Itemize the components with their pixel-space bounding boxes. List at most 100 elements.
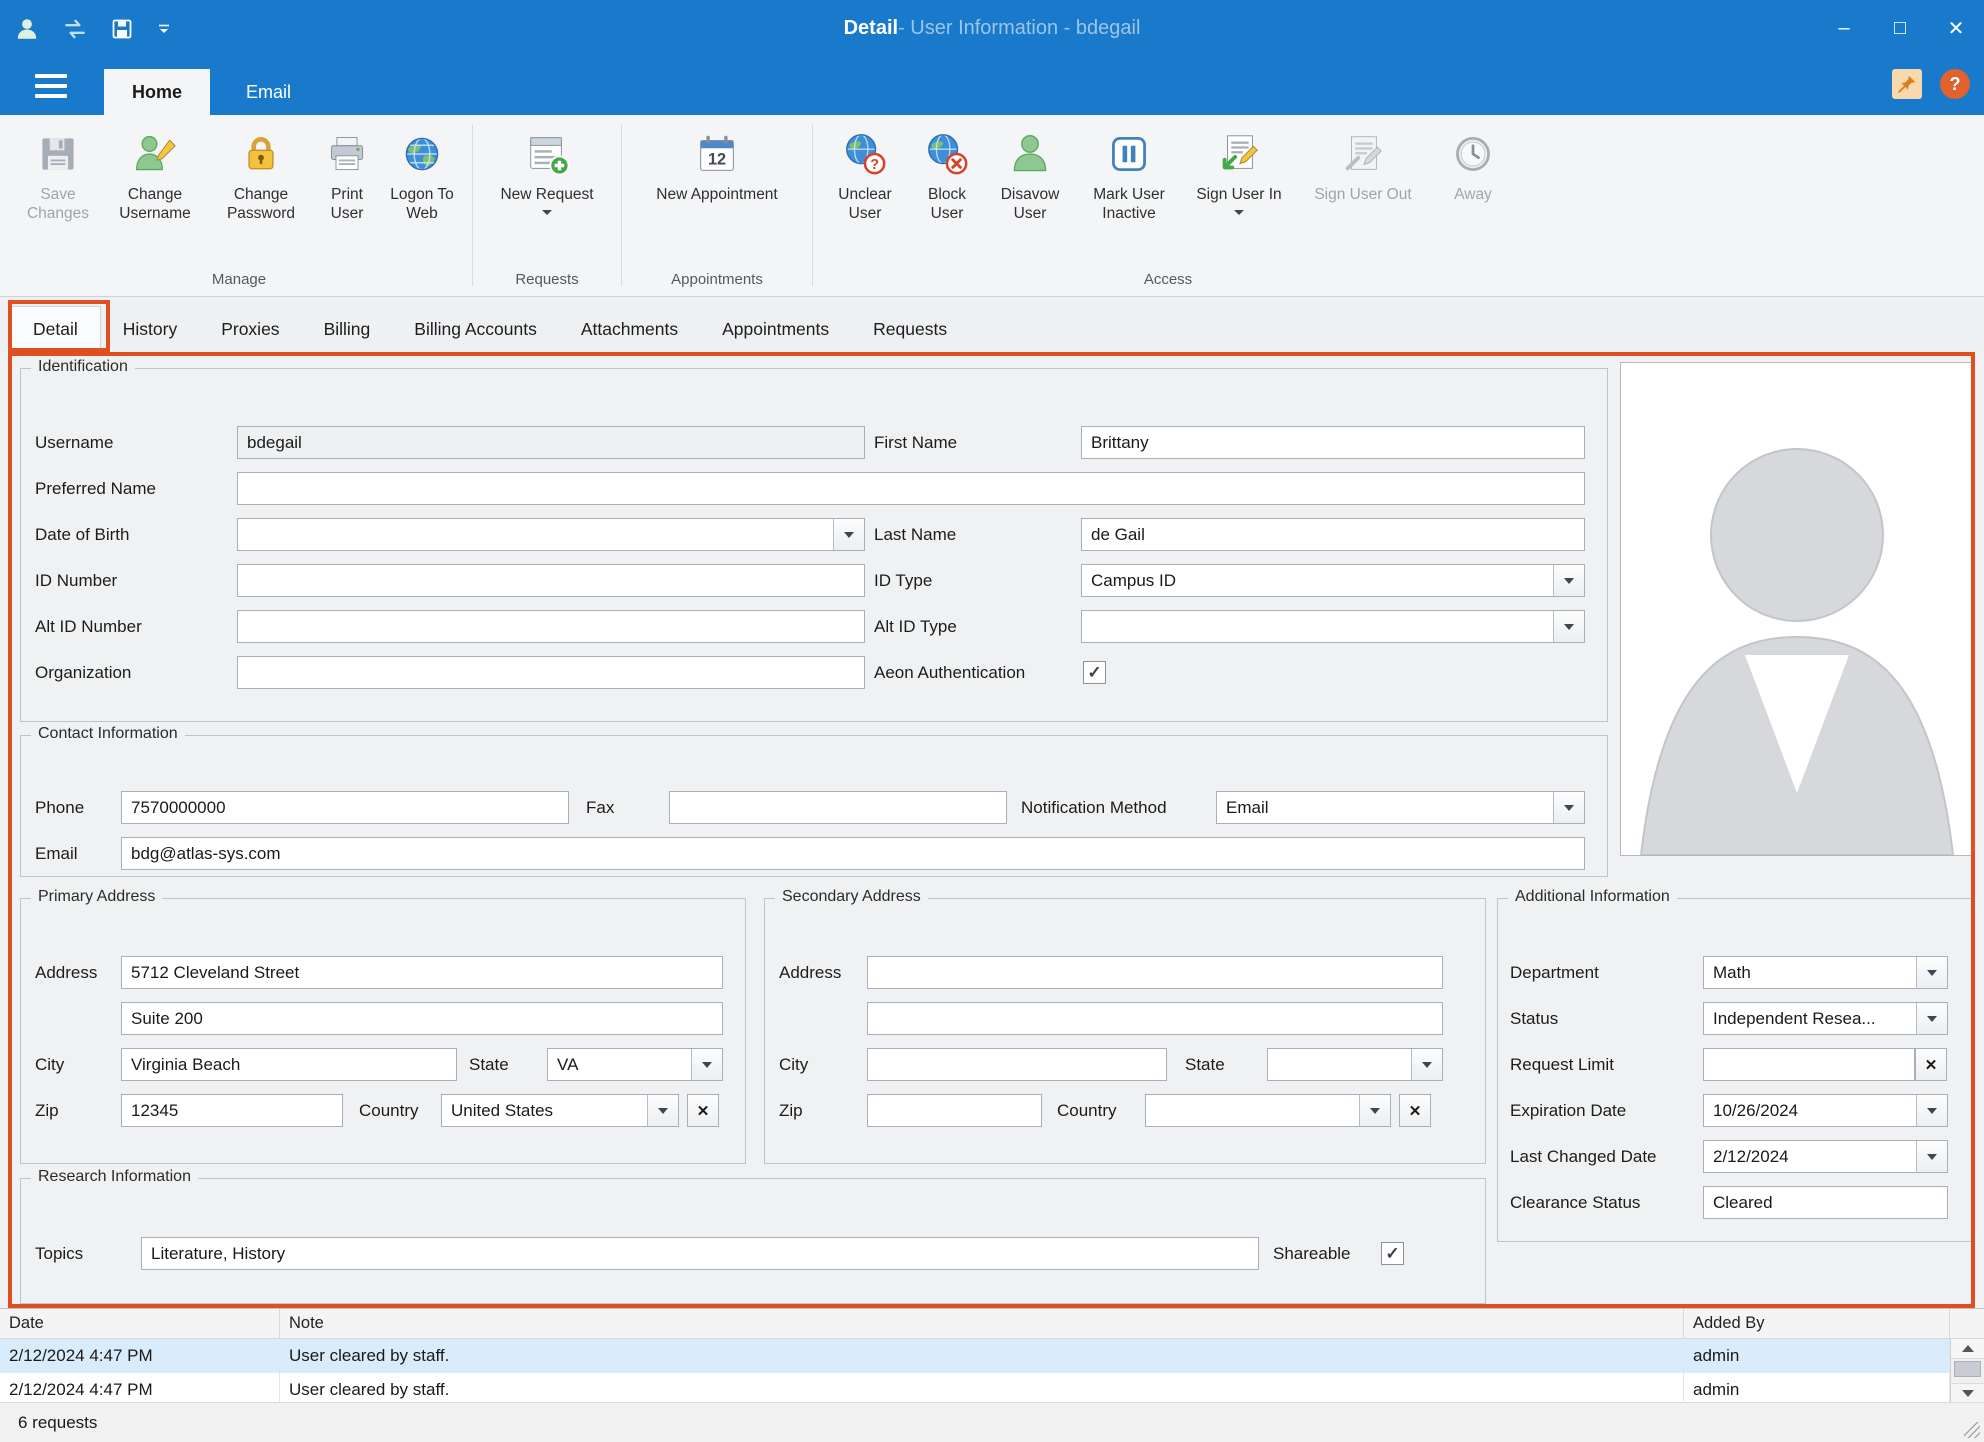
first-name-field[interactable]: Brittany	[1081, 426, 1585, 459]
notification-method-dropdown-button[interactable]	[1553, 792, 1584, 823]
primary-state-field[interactable]: VA	[547, 1048, 723, 1081]
primary-address1-field[interactable]: 5712 Cleveland Street	[121, 956, 723, 989]
disavow-user-button[interactable]: Disavow User	[987, 119, 1073, 225]
status-field[interactable]: Independent Resea...	[1703, 1002, 1948, 1035]
record-tab-history[interactable]: History	[101, 306, 199, 352]
id-type-dropdown-button[interactable]	[1553, 565, 1584, 596]
secondary-country-label: Country	[1057, 1094, 1117, 1127]
sign-user-out-button[interactable]: Sign User Out	[1297, 119, 1429, 207]
last-changed-date-dropdown-button[interactable]	[1916, 1141, 1947, 1172]
mark-user-inactive-button[interactable]: Mark User Inactive	[1077, 119, 1181, 225]
help-icon[interactable]: ?	[1940, 69, 1970, 99]
grid-scrollbar[interactable]	[1950, 1339, 1984, 1402]
status-dropdown-button[interactable]	[1916, 1003, 1947, 1034]
last-changed-date-field[interactable]: 2/12/2024	[1703, 1140, 1948, 1173]
email-field[interactable]: bdg@atlas-sys.com	[121, 837, 1585, 870]
aeon-authentication-checkbox[interactable]: ✓	[1083, 661, 1106, 684]
quick-save-icon[interactable]	[110, 17, 134, 41]
record-tab-attachments[interactable]: Attachments	[559, 306, 700, 352]
record-tab-appointments[interactable]: Appointments	[700, 306, 851, 352]
record-tab-billing-accounts[interactable]: Billing Accounts	[392, 306, 559, 352]
secondary-city-field[interactable]	[867, 1048, 1167, 1081]
secondary-address1-field[interactable]	[867, 956, 1443, 989]
clearance-status-field[interactable]: Cleared	[1703, 1186, 1948, 1219]
svg-text:12: 12	[708, 151, 726, 169]
primary-country-field[interactable]: United States	[441, 1094, 679, 1127]
department-field[interactable]: Math	[1703, 956, 1948, 989]
request-limit-clear-button[interactable]: ✕	[1915, 1048, 1947, 1081]
switch-user-icon[interactable]	[62, 16, 88, 42]
ribbon-tab-home[interactable]: Home	[104, 69, 210, 115]
scroll-up-button[interactable]	[1951, 1339, 1984, 1359]
change-username-button[interactable]: Change Username	[104, 119, 206, 225]
secondary-country-field[interactable]	[1145, 1094, 1391, 1127]
logon-to-web-button[interactable]: Logon To Web	[382, 119, 462, 225]
record-tab-requests[interactable]: Requests	[851, 306, 969, 352]
primary-address2-field[interactable]: Suite 200	[121, 1002, 723, 1035]
grid-row[interactable]: 2/12/2024 4:47 PM User cleared by staff.…	[0, 1373, 1950, 1402]
secondary-state-field[interactable]	[1267, 1048, 1443, 1081]
secondary-address2-field[interactable]	[867, 1002, 1443, 1035]
maximize-button[interactable]: □	[1872, 0, 1928, 57]
alt-id-type-dropdown-button[interactable]	[1553, 611, 1584, 642]
organization-field[interactable]	[237, 656, 865, 689]
scrollbar-thumb[interactable]	[1954, 1361, 1981, 1377]
date-of-birth-dropdown-button[interactable]	[833, 519, 864, 550]
status-text: 6 requests	[18, 1413, 97, 1433]
phone-field[interactable]: 7570000000	[121, 791, 569, 824]
last-name-field[interactable]: de Gail	[1081, 518, 1585, 551]
primary-zip-field[interactable]: 12345	[121, 1094, 343, 1127]
expiration-date-field[interactable]: 10/26/2024	[1703, 1094, 1948, 1127]
new-appointment-button[interactable]: 12 New Appointment	[632, 119, 802, 207]
secondary-country-clear-button[interactable]: ✕	[1399, 1094, 1431, 1127]
id-type-field[interactable]: Campus ID	[1081, 564, 1585, 597]
notification-method-field[interactable]: Email	[1216, 791, 1585, 824]
sign-user-in-button[interactable]: Sign User In	[1185, 119, 1293, 217]
topics-field[interactable]: Literature, History	[141, 1237, 1259, 1270]
alt-id-number-field[interactable]	[237, 610, 865, 643]
primary-state-dropdown-button[interactable]	[691, 1049, 722, 1080]
grid-header-added-by[interactable]: Added By	[1684, 1309, 1950, 1338]
quick-access-dropdown-icon[interactable]	[156, 21, 172, 37]
resize-grip[interactable]	[1964, 1422, 1980, 1438]
ribbon-tab-email[interactable]: Email	[218, 69, 319, 115]
shareable-checkbox[interactable]: ✓	[1381, 1242, 1404, 1265]
dropdown-caret-icon	[1564, 624, 1574, 630]
minimize-button[interactable]: –	[1816, 0, 1872, 57]
primary-country-clear-button[interactable]: ✕	[687, 1094, 719, 1127]
grid-row[interactable]: 2/12/2024 4:47 PM User cleared by staff.…	[0, 1339, 1950, 1373]
record-tab-bar: Detail History Proxies Billing Billing A…	[0, 297, 1984, 352]
secondary-state-dropdown-button[interactable]	[1411, 1049, 1442, 1080]
primary-country-dropdown-button[interactable]	[647, 1095, 678, 1126]
id-number-field[interactable]	[237, 564, 865, 597]
primary-city-field[interactable]: Virginia Beach	[121, 1048, 457, 1081]
secondary-country-dropdown-button[interactable]	[1359, 1095, 1390, 1126]
department-dropdown-button[interactable]	[1916, 957, 1947, 988]
change-password-button[interactable]: Change Password	[210, 119, 312, 225]
pin-ribbon-icon[interactable]	[1892, 69, 1922, 99]
print-user-button[interactable]: Print User	[316, 119, 378, 225]
menu-icon[interactable]	[18, 57, 84, 115]
grid-header-date[interactable]: Date	[0, 1309, 280, 1338]
record-tab-detail[interactable]: Detail	[10, 306, 101, 352]
request-limit-field[interactable]	[1703, 1048, 1915, 1081]
preferred-name-field[interactable]	[237, 472, 1585, 505]
date-of-birth-field[interactable]	[237, 518, 865, 551]
fax-field[interactable]	[669, 791, 1007, 824]
expiration-date-dropdown-button[interactable]	[1916, 1095, 1947, 1126]
new-request-button[interactable]: New Request	[483, 119, 611, 217]
unclear-user-button[interactable]: ? Unclear User	[823, 119, 907, 225]
block-user-button[interactable]: Block User	[911, 119, 983, 225]
record-tab-billing[interactable]: Billing	[302, 306, 393, 352]
save-changes-button[interactable]: Save Changes	[16, 119, 100, 225]
secondary-zip-field[interactable]	[867, 1094, 1042, 1127]
away-button[interactable]: Away	[1433, 119, 1513, 207]
record-tab-proxies[interactable]: Proxies	[199, 306, 301, 352]
close-button[interactable]: ✕	[1928, 0, 1984, 57]
contact-information-group-title: Contact Information	[31, 725, 185, 743]
alt-id-type-field[interactable]	[1081, 610, 1585, 643]
away-clock-icon	[1451, 127, 1495, 181]
grid-header-note[interactable]: Note	[280, 1309, 1684, 1338]
scroll-down-button[interactable]	[1951, 1383, 1984, 1402]
username-field[interactable]: bdegail	[237, 426, 865, 459]
